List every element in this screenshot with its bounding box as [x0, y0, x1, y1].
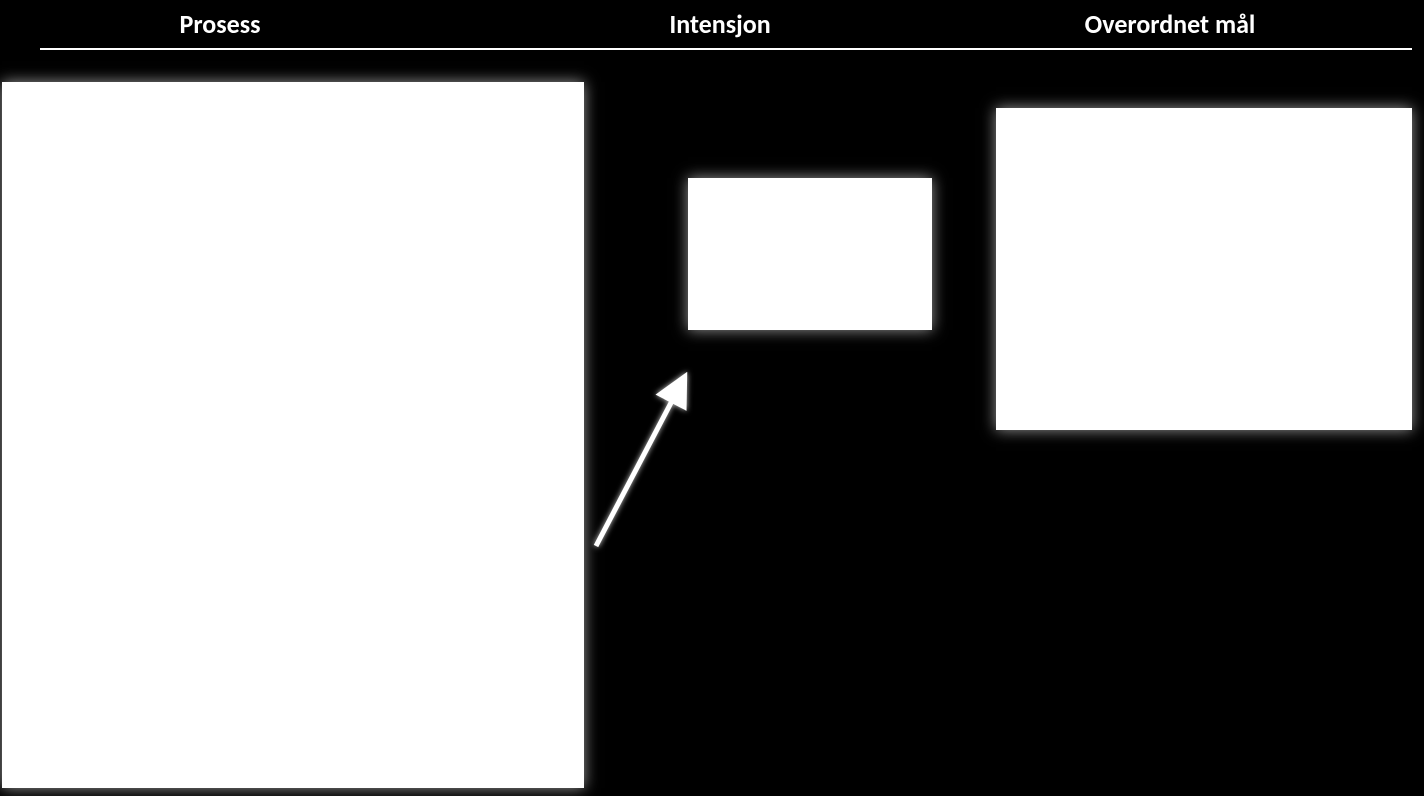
goal-box	[996, 108, 1412, 430]
intention-box	[688, 178, 932, 330]
column-header-process: Prosess	[90, 8, 350, 40]
diagram-stage: Prosess Intensjon Overordnet mål	[0, 0, 1424, 796]
header-divider	[40, 48, 1412, 50]
process-box	[2, 82, 584, 788]
arrow-process-lower-to-intention-icon	[596, 378, 684, 546]
column-header-intention: Intensjon	[600, 8, 840, 40]
column-header-goal: Overordnet mål	[1000, 8, 1340, 40]
